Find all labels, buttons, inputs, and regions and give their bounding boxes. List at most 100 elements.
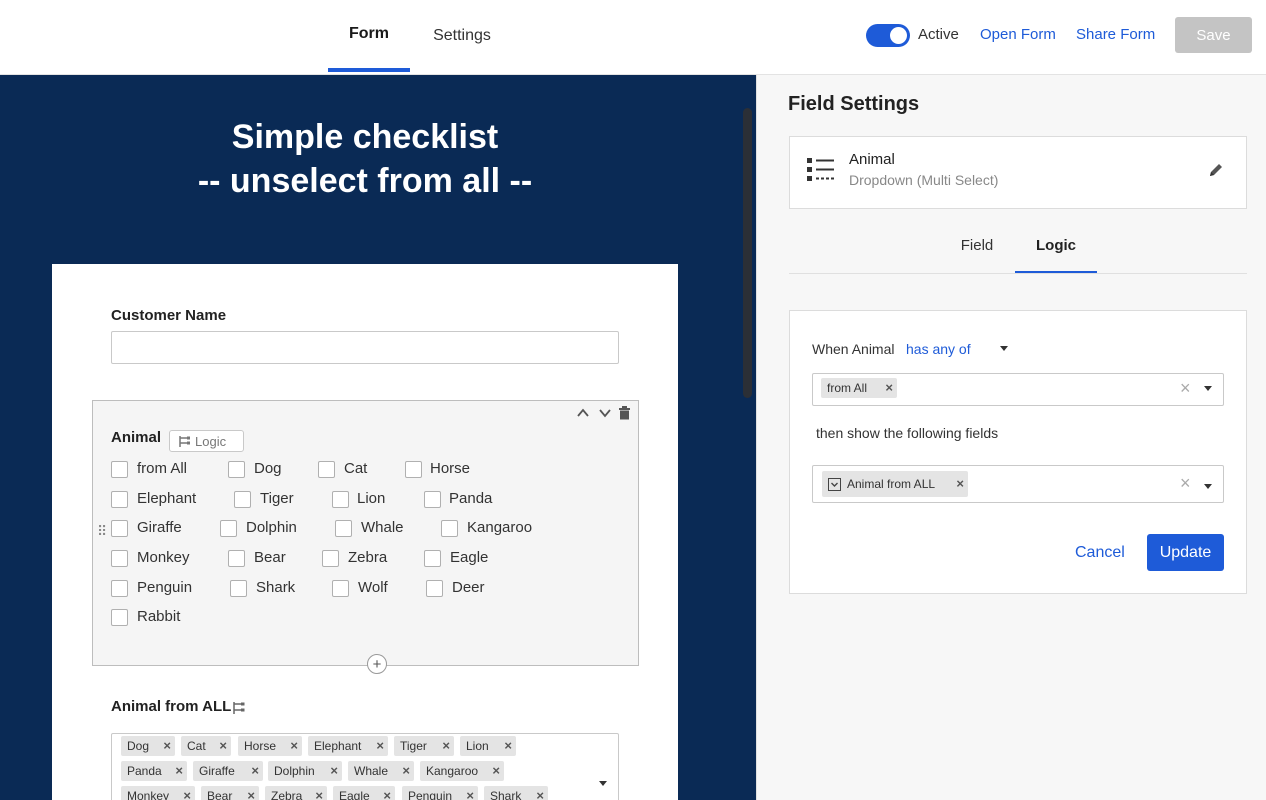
chip: Dolphin × bbox=[268, 761, 342, 781]
tab-form[interactable]: Form bbox=[328, 0, 410, 72]
option-label: Zebra bbox=[348, 549, 388, 566]
save-button[interactable]: Save bbox=[1175, 17, 1252, 53]
checkbox-dolphin[interactable] bbox=[220, 520, 237, 537]
remove-chip-icon[interactable]: × bbox=[290, 738, 298, 753]
option-label: Elephant bbox=[137, 490, 197, 507]
remove-chip-icon[interactable]: × bbox=[163, 738, 171, 753]
option-label: Monkey bbox=[137, 549, 190, 566]
checkbox-dog[interactable] bbox=[228, 461, 245, 478]
remove-chip-icon[interactable]: × bbox=[536, 788, 544, 800]
checkbox-lion[interactable] bbox=[332, 491, 349, 508]
chip: Monkey × bbox=[121, 786, 195, 800]
remove-chip-icon[interactable]: × bbox=[466, 788, 474, 800]
checkbox-zebra[interactable] bbox=[322, 550, 339, 567]
option-label: Dolphin bbox=[246, 519, 297, 536]
tab-logic[interactable]: Logic bbox=[1015, 232, 1097, 274]
option-label: Eagle bbox=[450, 549, 489, 566]
chip: Eagle × bbox=[333, 786, 395, 800]
panel-title: Field Settings bbox=[788, 93, 920, 115]
remove-chip-icon[interactable]: × bbox=[442, 738, 450, 753]
tab-settings[interactable]: Settings bbox=[420, 0, 504, 72]
tab-field[interactable]: Field bbox=[953, 232, 1001, 274]
remove-chip-icon[interactable]: × bbox=[219, 738, 227, 753]
chip: Animal from ALL × bbox=[822, 471, 968, 497]
chevron-down-icon[interactable] bbox=[1204, 484, 1212, 489]
add-field-icon[interactable]: + bbox=[367, 654, 387, 674]
checkbox-kangaroo[interactable] bbox=[441, 520, 458, 537]
customer-name-label: Customer Name bbox=[111, 307, 227, 324]
pencil-icon[interactable] bbox=[1208, 162, 1224, 178]
chip: from All × bbox=[821, 378, 897, 398]
checkbox-deer[interactable] bbox=[426, 580, 443, 597]
checkbox-elephant[interactable] bbox=[111, 491, 128, 508]
chip: Bear × bbox=[201, 786, 259, 800]
field-type: Dropdown (Multi Select) bbox=[849, 172, 999, 188]
animal-label: Animal bbox=[111, 429, 162, 446]
option-label: Horse bbox=[430, 460, 471, 477]
remove-chip-icon[interactable]: × bbox=[251, 763, 259, 778]
form-title: Simple checklist -- unselect from all -- bbox=[197, 118, 533, 200]
field-name: Animal bbox=[849, 151, 895, 168]
remove-chip-icon[interactable]: × bbox=[175, 763, 183, 778]
clear-icon[interactable]: × bbox=[1180, 473, 1191, 494]
chip: Tiger × bbox=[394, 736, 454, 756]
chip: Cat × bbox=[181, 736, 231, 756]
checkbox-panda[interactable] bbox=[424, 491, 441, 508]
option-label: Giraffe bbox=[137, 519, 182, 536]
remove-chip-icon[interactable]: × bbox=[383, 788, 391, 800]
option-label: Whale bbox=[361, 519, 404, 536]
checkbox-giraffe[interactable] bbox=[111, 520, 128, 537]
remove-chip-icon[interactable]: × bbox=[315, 788, 323, 800]
chip: Giraffe × bbox=[193, 761, 263, 781]
active-toggle[interactable] bbox=[866, 24, 910, 47]
checkbox-eagle[interactable] bbox=[424, 550, 441, 567]
chip: Horse × bbox=[238, 736, 302, 756]
remove-chip-icon[interactable]: × bbox=[330, 763, 338, 778]
remove-chip-icon[interactable]: × bbox=[504, 738, 512, 753]
move-up-icon[interactable] bbox=[576, 406, 590, 423]
open-form-link[interactable]: Open Form bbox=[980, 26, 1056, 43]
remove-chip-icon[interactable]: × bbox=[183, 788, 191, 800]
chip: Elephant × bbox=[308, 736, 388, 756]
logic-chip[interactable]: Logic bbox=[169, 430, 244, 452]
chevron-down-icon[interactable] bbox=[1204, 386, 1212, 391]
remove-chip-icon[interactable]: × bbox=[956, 476, 964, 491]
clear-icon[interactable]: × bbox=[1180, 378, 1191, 399]
option-label: Bear bbox=[254, 549, 286, 566]
checkbox-shark[interactable] bbox=[230, 580, 247, 597]
checkbox-rabbit[interactable] bbox=[111, 609, 128, 626]
branch-icon bbox=[179, 435, 190, 447]
cancel-button[interactable]: Cancel bbox=[1075, 544, 1125, 562]
remove-chip-icon[interactable]: × bbox=[492, 763, 500, 778]
move-down-icon[interactable] bbox=[598, 406, 612, 423]
option-label: Panda bbox=[449, 490, 493, 507]
checkbox-penguin[interactable] bbox=[111, 580, 128, 597]
canvas-scrollbar[interactable] bbox=[743, 108, 752, 398]
remove-chip-icon[interactable]: × bbox=[247, 788, 255, 800]
share-form-link[interactable]: Share Form bbox=[1076, 26, 1155, 43]
option-label: Kangaroo bbox=[467, 519, 533, 536]
remove-chip-icon[interactable]: × bbox=[402, 763, 410, 778]
checkbox-tiger[interactable] bbox=[234, 491, 251, 508]
checkbox-horse[interactable] bbox=[405, 461, 422, 478]
checkbox-cat[interactable] bbox=[318, 461, 335, 478]
animal-from-all-label: Animal from ALL bbox=[111, 698, 232, 715]
drag-handle-icon[interactable]: ⠿ bbox=[97, 523, 107, 540]
remove-chip-icon[interactable]: × bbox=[885, 380, 893, 395]
chevron-down-icon[interactable] bbox=[599, 781, 607, 786]
checkbox-wolf[interactable] bbox=[332, 580, 349, 597]
customer-name-input[interactable] bbox=[111, 331, 619, 364]
checkbox-bear[interactable] bbox=[228, 550, 245, 567]
checkbox-whale[interactable] bbox=[335, 520, 352, 537]
chevron-down-icon[interactable] bbox=[1000, 346, 1008, 351]
remove-chip-icon[interactable]: × bbox=[376, 738, 384, 753]
chip: Zebra × bbox=[265, 786, 327, 800]
list-icon bbox=[807, 158, 834, 181]
checkbox-from-all[interactable] bbox=[111, 461, 128, 478]
dropdown-field-icon bbox=[828, 477, 841, 491]
condition-select[interactable]: has any of bbox=[906, 341, 971, 357]
chip: Dog × bbox=[121, 736, 175, 756]
update-button[interactable]: Update bbox=[1147, 534, 1224, 571]
checkbox-monkey[interactable] bbox=[111, 550, 128, 567]
trash-icon[interactable] bbox=[618, 406, 631, 423]
